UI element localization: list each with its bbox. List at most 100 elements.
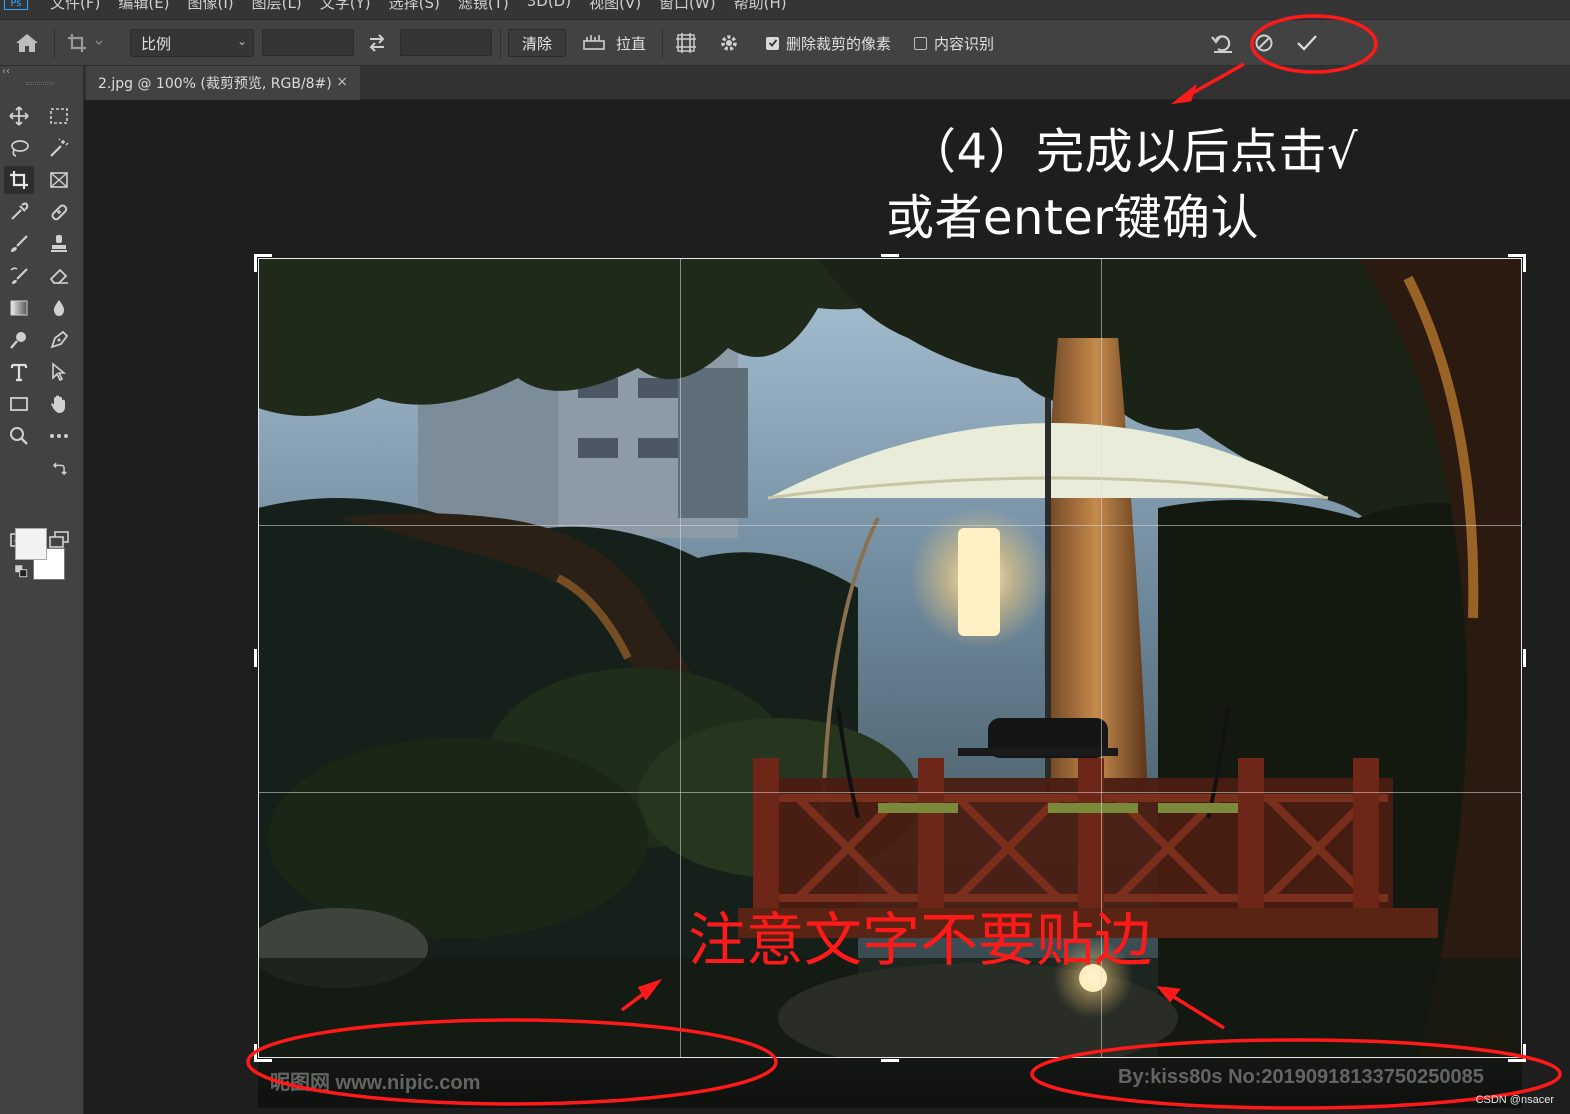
magic-wand-tool[interactable] xyxy=(44,134,74,162)
csdn-credit: CSDN @nsacer xyxy=(1475,1094,1554,1106)
crop-tool[interactable] xyxy=(4,166,34,194)
gear-icon xyxy=(721,35,737,51)
instruction-step-text: （4）完成以后点击√ xyxy=(908,124,1359,180)
crop-icon xyxy=(10,171,28,189)
commit-crop-button[interactable] xyxy=(1294,20,1320,66)
path-selection-tool[interactable] xyxy=(44,358,74,386)
ratio-height-input[interactable] xyxy=(400,29,492,56)
blur-tool[interactable] xyxy=(44,294,74,322)
crop-handle-top[interactable] xyxy=(881,254,899,257)
tools-panel: ‹‹ xyxy=(0,66,84,1114)
collapse-panel-icon[interactable]: ‹‹ xyxy=(2,66,10,77)
menu-type[interactable]: 文字(Y) xyxy=(320,0,371,13)
dodge-tool[interactable] xyxy=(4,326,34,354)
straighten-icon xyxy=(583,35,605,50)
document-tab[interactable]: 2.jpg @ 100% (裁剪预览, RGB/8#) × xyxy=(86,66,360,100)
reset-crop-button[interactable] xyxy=(1210,20,1236,66)
panel-grip[interactable] xyxy=(26,82,54,85)
default-colors-button[interactable] xyxy=(10,562,32,580)
arrow-pointer-icon xyxy=(52,362,67,382)
hand-tool[interactable] xyxy=(44,390,74,418)
move-tool[interactable] xyxy=(4,102,34,130)
delete-cropped-pixels-checkbox[interactable]: 删除裁剪的像素 xyxy=(766,20,891,66)
clear-button[interactable]: 清除 xyxy=(508,29,566,57)
document-tab-title: 2.jpg @ 100% (裁剪预览, RGB/8#) xyxy=(98,76,332,92)
swap-colors-button[interactable] xyxy=(46,460,72,478)
menu-image[interactable]: 图像(I) xyxy=(188,0,234,13)
menu-layer[interactable]: 图层(L) xyxy=(252,0,302,13)
crop-tool-preset-button[interactable] xyxy=(66,20,106,66)
crop-handle-top-right[interactable] xyxy=(1523,254,1526,272)
overlay-options-button[interactable] xyxy=(674,20,698,66)
more-tools-button[interactable] xyxy=(44,422,74,450)
warning-text: 注意文字不要贴边 xyxy=(688,906,1153,974)
crop-handle-right[interactable] xyxy=(1523,649,1526,667)
swap-ratio-button[interactable] xyxy=(366,20,388,66)
crop-settings-button[interactable] xyxy=(717,20,741,66)
eraser-tool[interactable] xyxy=(44,262,74,290)
default-colors-icon xyxy=(15,565,28,578)
menu-3d[interactable]: 3D(D) xyxy=(527,0,571,13)
cancel-icon xyxy=(1255,34,1273,52)
crop-handle-bottom-right[interactable] xyxy=(1523,1044,1526,1062)
brush-icon xyxy=(11,235,28,252)
pen-tool[interactable] xyxy=(44,326,74,354)
home-button[interactable] xyxy=(14,20,40,66)
crop-icon xyxy=(68,34,103,52)
history-brush-icon xyxy=(10,267,28,284)
instruction-enter-text: 或者enter键确认 xyxy=(886,190,1260,246)
ratio-width-input[interactable] xyxy=(262,29,354,56)
crop-grid-line xyxy=(259,525,1521,526)
type-tool[interactable] xyxy=(4,358,34,386)
home-icon xyxy=(16,34,38,52)
healing-brush-tool[interactable] xyxy=(44,198,74,226)
crop-grid-line xyxy=(259,792,1521,793)
menu-edit[interactable]: 编辑(E) xyxy=(118,0,169,13)
crop-handle-bottom[interactable] xyxy=(881,1059,899,1062)
straighten-button[interactable]: 拉直 xyxy=(582,20,646,66)
foreground-color-swatch[interactable] xyxy=(15,528,47,560)
content-aware-checkbox[interactable]: 内容识别 xyxy=(914,20,994,66)
menu-select[interactable]: 选择(S) xyxy=(389,0,440,13)
ellipsis-icon xyxy=(50,434,68,438)
eyedropper-tool[interactable] xyxy=(4,198,34,226)
menu-help[interactable]: 帮助(H) xyxy=(734,0,787,13)
menu-bar: Ps 文件(F) 编辑(E) 图像(I) 图层(L) 文字(Y) 选择(S) 滤… xyxy=(0,0,1570,20)
marquee-tool[interactable] xyxy=(44,102,74,130)
gradient-tool[interactable] xyxy=(4,294,34,322)
cancel-crop-button[interactable] xyxy=(1252,20,1276,66)
magic-wand-icon xyxy=(50,138,69,157)
brush-tool[interactable] xyxy=(4,230,34,258)
frame-tool[interactable] xyxy=(44,166,74,194)
swap-colors-icon xyxy=(52,462,67,476)
swap-icon xyxy=(369,34,385,52)
stamp-icon xyxy=(51,235,67,252)
checkmark-icon xyxy=(1297,35,1317,51)
screen-mode-button[interactable] xyxy=(44,526,74,554)
menu-window[interactable]: 窗口(W) xyxy=(659,0,716,13)
crop-handle-left[interactable] xyxy=(254,649,257,667)
close-tab-icon[interactable]: × xyxy=(336,74,348,90)
crop-handle-top-left[interactable] xyxy=(254,254,257,272)
checkbox-checked-icon xyxy=(766,36,779,50)
watermark-left: 昵图网 www.nipic.com xyxy=(270,1072,481,1094)
drop-icon xyxy=(53,300,65,316)
clear-label: 清除 xyxy=(521,34,552,53)
hand-icon xyxy=(51,395,65,413)
clone-stamp-tool[interactable] xyxy=(44,230,74,258)
ratio-select-value: 比例 xyxy=(141,34,172,53)
zoom-tool[interactable] xyxy=(4,422,34,450)
crop-handle-bottom-left[interactable] xyxy=(254,1044,257,1062)
ratio-select[interactable]: 比例 ⌄ xyxy=(130,29,254,57)
photoshop-logo-icon: Ps xyxy=(4,0,28,10)
straighten-label: 拉直 xyxy=(616,34,647,53)
chevron-down-icon: ⌄ xyxy=(236,34,247,48)
menu-filter[interactable]: 滤镜(T) xyxy=(458,0,509,13)
rectangle-tool[interactable] xyxy=(4,390,34,418)
menu-file[interactable]: 文件(F) xyxy=(50,0,100,13)
history-brush-tool[interactable] xyxy=(4,262,34,290)
lasso-tool[interactable] xyxy=(4,134,34,162)
menu-view[interactable]: 视图(V) xyxy=(589,0,641,13)
eraser-icon xyxy=(49,268,68,284)
eyedropper-icon xyxy=(11,202,29,220)
